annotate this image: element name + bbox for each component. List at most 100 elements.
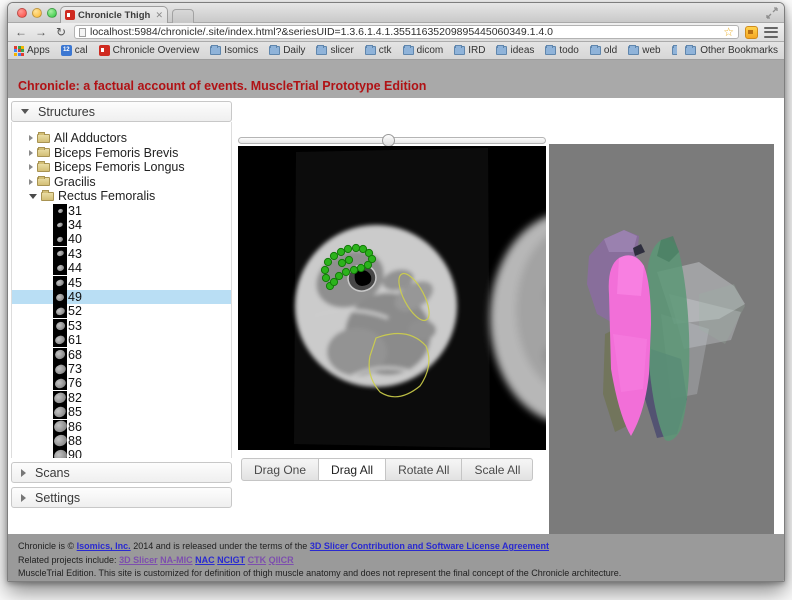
slice-item-selected[interactable]: 49: [12, 290, 231, 304]
slice-item[interactable]: 85: [12, 405, 231, 419]
forward-button[interactable]: →: [34, 26, 48, 38]
bookmark-item[interactable]: ideas: [496, 45, 534, 56]
bookmark-item[interactable]: Isomics: [210, 45, 258, 56]
footer-link[interactable]: NA-MIC: [160, 555, 193, 565]
other-bookmarks[interactable]: Other Bookmarks: [685, 45, 778, 56]
slice-item[interactable]: 82: [12, 391, 231, 405]
bookmark-item[interactable]: web: [628, 45, 660, 56]
footer-link[interactable]: CTK: [248, 555, 267, 565]
page-banner: Chronicle: a factual account of events. …: [8, 60, 784, 98]
bookmarks-bar: Apps 12cal Chronicle Overview Isomics Dailys…: [8, 42, 784, 60]
slice-item[interactable]: 31: [12, 204, 231, 218]
reload-button[interactable]: ↻: [54, 26, 68, 38]
slice-item[interactable]: 86: [12, 419, 231, 433]
slice-thumbnail: [53, 218, 67, 232]
chevron-down-icon: [21, 109, 29, 114]
folder-icon: [685, 46, 696, 55]
tree-folder-row[interactable]: Gracilis: [12, 175, 231, 190]
screenshot-canvas: Chronicle Thigh Muscles ✕ ← → ↻ localhos…: [0, 0, 792, 600]
slice-thumbnail: [53, 290, 67, 304]
folder-icon: [672, 46, 678, 55]
tree-folder-row[interactable]: Biceps Femoris Brevis: [12, 146, 231, 161]
expand-closed-icon[interactable]: [29, 164, 33, 170]
axial-slice-view[interactable]: [238, 146, 546, 450]
close-window-button[interactable]: [17, 8, 27, 18]
slice-item[interactable]: 88: [12, 434, 231, 448]
expand-closed-icon[interactable]: [29, 179, 33, 185]
slice-item[interactable]: 44: [12, 261, 231, 275]
tree-folder-row[interactable]: All Adductors: [12, 131, 231, 146]
bookmark-item[interactable]: slicer: [316, 45, 353, 56]
bookmark-item[interactable]: ctk: [365, 45, 392, 56]
fullscreen-icon[interactable]: [766, 7, 778, 19]
view-mode-button-scale-all[interactable]: Scale All: [462, 458, 533, 481]
back-button[interactable]: ←: [14, 26, 28, 38]
accordion-structures[interactable]: Structures: [11, 101, 232, 122]
chronicle-icon: [99, 45, 110, 56]
chevron-right-icon: [21, 469, 26, 477]
view-mode-button-drag-one[interactable]: Drag One: [241, 458, 319, 481]
slice-item[interactable]: 43: [12, 247, 231, 261]
view-mode-button-rotate-all[interactable]: Rotate All: [386, 458, 462, 481]
slice-item[interactable]: 53: [12, 319, 231, 333]
bookmark-item[interactable]: Daily: [269, 45, 305, 56]
slice-slider[interactable]: [238, 137, 546, 144]
bookmark-item[interactable]: babybrains: [672, 45, 678, 56]
minimize-window-button[interactable]: [32, 8, 42, 18]
slice-item[interactable]: 76: [12, 376, 231, 390]
expand-closed-icon[interactable]: [29, 135, 33, 141]
address-bar[interactable]: localhost:5984/chronicle/.site/index.htm…: [74, 25, 739, 39]
chevron-right-icon: [21, 494, 26, 502]
accordion-scans[interactable]: Scans: [11, 462, 232, 483]
bookmark-item[interactable]: todo: [545, 45, 578, 56]
bookmark-item[interactable]: dicom: [403, 45, 444, 56]
slice-thumbnail: [53, 333, 67, 347]
threed-muscle-view[interactable]: [549, 144, 774, 546]
folder-icon: [403, 46, 414, 55]
slice-item[interactable]: 45: [12, 275, 231, 289]
footer-link[interactable]: QIICR: [269, 555, 294, 565]
footer-link[interactable]: 3D Slicer Contribution and Software Lice…: [310, 541, 549, 551]
browser-toolbar: ← → ↻ localhost:5984/chronicle/.site/ind…: [8, 23, 784, 42]
bookmark-item[interactable]: old: [590, 45, 617, 56]
footer-link[interactable]: NCIGT: [217, 555, 245, 565]
bookmark-item[interactable]: IRD: [454, 45, 485, 56]
tree-folder-row[interactable]: Biceps Femoris Longus: [12, 160, 231, 175]
slice-thumbnail: [53, 261, 67, 275]
chrome-menu-icon[interactable]: [764, 27, 778, 38]
bookmark-item[interactable]: Chronicle Overview: [99, 45, 200, 56]
footer-edition-line: MuscleTrial Edition. This site is custom…: [18, 567, 774, 581]
footer-link[interactable]: 3D Slicer: [119, 555, 158, 565]
axial-slice-image: [238, 146, 546, 450]
new-tab-button[interactable]: [172, 9, 194, 23]
zoom-window-button[interactable]: [47, 8, 57, 18]
extension-icon[interactable]: [745, 26, 758, 39]
slice-item[interactable]: 90: [12, 448, 231, 458]
slice-item[interactable]: 40: [12, 232, 231, 246]
bookmark-item[interactable]: 12cal: [61, 45, 88, 56]
folder-icon: [37, 134, 50, 143]
folder-icon: [316, 46, 327, 55]
page-viewport: Chronicle: a factual account of events. …: [8, 60, 784, 582]
slice-item[interactable]: 34: [12, 218, 231, 232]
folder-icon: [496, 46, 507, 55]
footer-link[interactable]: Isomics, Inc.: [77, 541, 131, 551]
bookmark-item[interactable]: Apps: [14, 45, 50, 56]
slice-thumbnail: [53, 204, 67, 218]
slice-item[interactable]: 52: [12, 304, 231, 318]
slice-item[interactable]: 61: [12, 333, 231, 347]
folder-icon: [37, 177, 50, 186]
footer-projects-line: Related projects include: 3D Slicer NA-M…: [18, 554, 774, 568]
tree-folder-row[interactable]: Rectus Femoralis: [12, 189, 231, 204]
expand-closed-icon[interactable]: [29, 150, 33, 156]
accordion-settings[interactable]: Settings: [11, 487, 232, 508]
view-mode-button-drag-all[interactable]: Drag All: [319, 458, 386, 481]
slice-item[interactable]: 73: [12, 362, 231, 376]
browser-window: Chronicle Thigh Muscles ✕ ← → ↻ localhos…: [7, 2, 785, 582]
bookmark-star-icon[interactable]: ☆: [723, 26, 734, 38]
expand-open-icon[interactable]: [29, 194, 37, 199]
browser-tab[interactable]: Chronicle Thigh Muscles ✕: [60, 6, 168, 23]
slice-item[interactable]: 68: [12, 347, 231, 361]
tab-close-icon[interactable]: ✕: [155, 10, 163, 21]
footer-link[interactable]: NAC: [195, 555, 215, 565]
